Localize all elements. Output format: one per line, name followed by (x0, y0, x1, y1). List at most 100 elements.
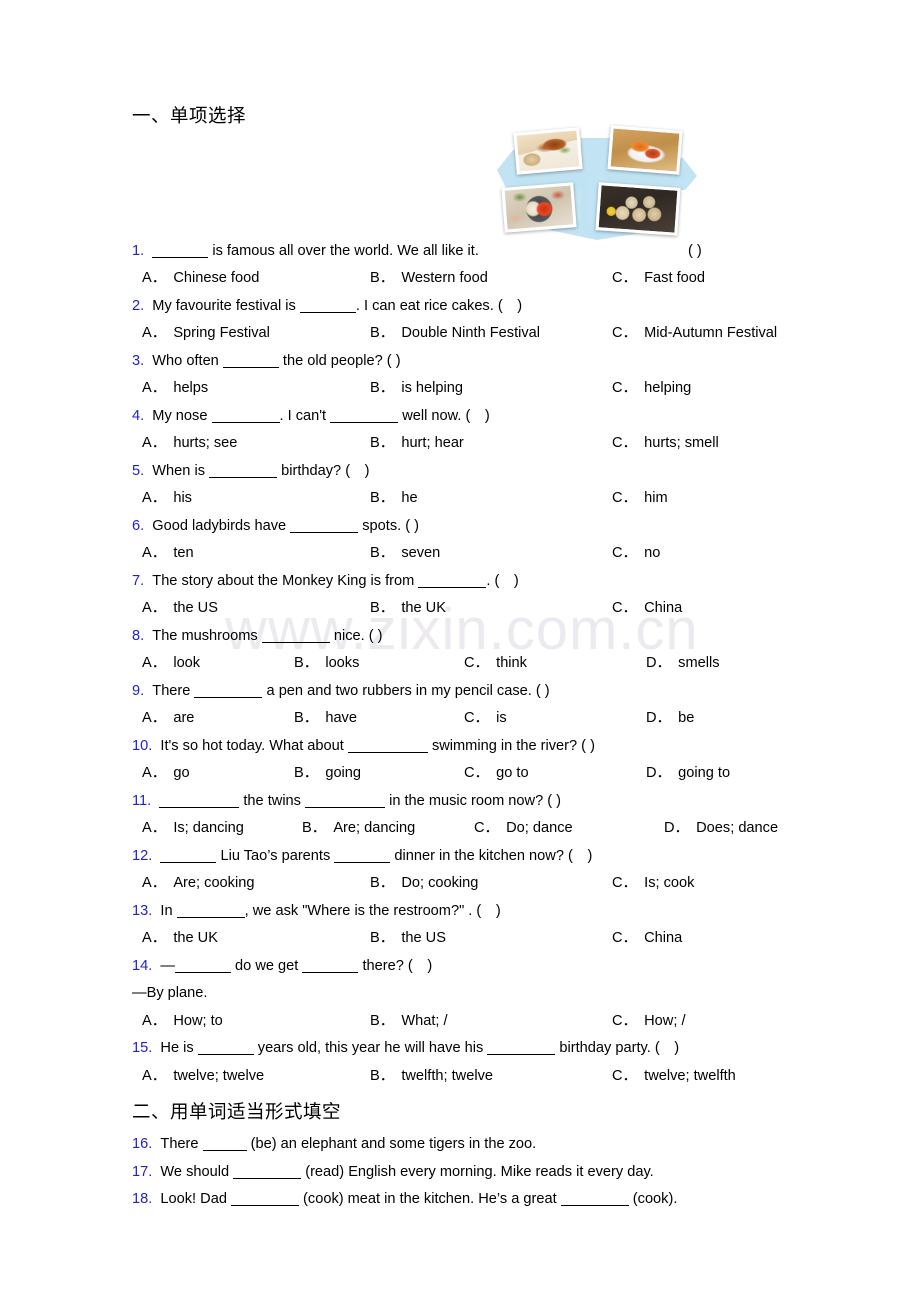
answer-blank[interactable] (152, 245, 209, 258)
option-label: no (644, 545, 661, 562)
option-c[interactable]: C． is (454, 705, 636, 733)
fill-in-blank-list: 16. There (be) an elephant and some tige… (132, 1131, 832, 1214)
option-b[interactable]: B． the UK (360, 595, 602, 623)
option-b[interactable]: B． What; / (360, 1008, 602, 1036)
option-b[interactable]: B． hurt; hear (360, 430, 602, 458)
option-a[interactable]: A． hurts; see (132, 430, 360, 458)
option-tag: A． (142, 270, 167, 287)
option-b[interactable]: B． Are; dancing (292, 815, 464, 843)
option-b[interactable]: B． have (284, 705, 454, 733)
option-b[interactable]: B． seven (360, 540, 602, 568)
option-tag: C． (612, 875, 638, 892)
option-a[interactable]: A． ten (132, 540, 360, 568)
option-label: Does; dance (696, 820, 779, 837)
option-tag: C． (474, 820, 500, 837)
answer-blank[interactable] (211, 410, 280, 423)
answer-blank[interactable] (418, 575, 487, 588)
option-b[interactable]: B． Double Ninth Festival (360, 320, 602, 348)
option-c[interactable]: C． Mid-Autumn Festival (602, 320, 832, 348)
option-a[interactable]: A． look (132, 650, 284, 678)
option-b[interactable]: B． looks (284, 650, 454, 678)
answer-blank[interactable] (222, 355, 279, 368)
option-a[interactable]: A． the US (132, 595, 360, 623)
option-c[interactable]: C． twelve; twelfth (602, 1063, 832, 1091)
option-tag: B． (294, 765, 319, 782)
answer-blank[interactable] (175, 960, 231, 973)
answer-blank[interactable] (160, 850, 217, 863)
option-row: A． Is; dancing B． Are; dancing C． Do; dance D．… (132, 815, 832, 843)
option-a[interactable]: A． Are; cooking (132, 870, 360, 898)
option-a[interactable]: A． go (132, 760, 284, 788)
question-line: 15. He is years old, this year he will h… (132, 1035, 832, 1063)
option-row: A． twelve; twelve B． twelfth; twelve C． twelv… (132, 1063, 832, 1091)
option-d[interactable]: D． going to (636, 760, 832, 788)
option-d[interactable]: D． smells (636, 650, 832, 678)
option-c[interactable]: C． helping (602, 375, 832, 403)
option-b[interactable]: B． twelfth; twelve (360, 1063, 602, 1091)
answer-blank[interactable] (334, 850, 391, 863)
option-a[interactable]: A． twelve; twelve (132, 1063, 360, 1091)
option-c[interactable]: C． Is; cook (602, 870, 832, 898)
answer-blank[interactable] (487, 1042, 556, 1056)
option-label: are (173, 710, 195, 727)
option-c[interactable]: C． China (602, 925, 832, 953)
answer-blank[interactable] (209, 465, 278, 478)
option-c[interactable]: C． think (454, 650, 636, 678)
option-a[interactable]: A． his (132, 485, 360, 513)
answer-blank[interactable] (560, 1193, 629, 1207)
option-tag: A． (142, 710, 167, 727)
answer-blank[interactable] (231, 1193, 299, 1207)
option-tag: A． (142, 765, 167, 782)
question-number: 1. (132, 242, 145, 259)
option-label: the US (401, 930, 446, 947)
answer-blank[interactable] (233, 1166, 302, 1179)
option-a[interactable]: A． Chinese food (132, 265, 360, 293)
answer-blank[interactable] (159, 795, 240, 808)
option-c[interactable]: C． him (602, 485, 832, 513)
option-b[interactable]: B． going (284, 760, 454, 788)
option-c[interactable]: C． How; / (602, 1008, 832, 1036)
option-a[interactable]: A． the UK (132, 925, 360, 953)
option-c[interactable]: C． hurts; smell (602, 430, 832, 458)
question-line: 13. In , we ask "Where is the restroom?"… (132, 898, 832, 926)
answer-blank[interactable] (347, 740, 428, 753)
answer-blank[interactable] (290, 520, 359, 533)
option-label: hurt; hear (401, 435, 464, 452)
option-a[interactable]: A． are (132, 705, 284, 733)
option-c[interactable]: C． go to (454, 760, 636, 788)
answer-blank[interactable] (330, 410, 399, 423)
option-a[interactable]: A． helps (132, 375, 360, 403)
option-b[interactable]: B． Do; cooking (360, 870, 602, 898)
option-b[interactable]: B． the US (360, 925, 602, 953)
option-b[interactable]: B． is helping (360, 375, 602, 403)
option-c[interactable]: C． Fast food (602, 265, 832, 293)
answer-blank[interactable] (302, 960, 359, 973)
option-a[interactable]: A． Is; dancing (132, 815, 292, 843)
option-tag: B． (370, 1067, 395, 1084)
option-c[interactable]: C． Do; dance (464, 815, 654, 843)
question-number: 15. (132, 1040, 153, 1057)
option-label: China (644, 930, 683, 947)
answer-blank[interactable] (261, 630, 330, 643)
answer-blank[interactable] (305, 795, 386, 808)
option-tag: D． (646, 655, 672, 672)
answer-blank[interactable] (202, 1138, 247, 1152)
answer-blank[interactable] (194, 685, 263, 698)
option-b[interactable]: B． he (360, 485, 602, 513)
answer-blank[interactable] (299, 300, 356, 313)
option-c[interactable]: C． China (602, 595, 832, 623)
question-text: My nose . I can't well now. ( ) (152, 407, 490, 424)
answer-paren[interactable]: ( ) (688, 238, 702, 266)
answer-blank[interactable] (197, 1042, 254, 1056)
option-c[interactable]: C． no (602, 540, 832, 568)
answer-blank[interactable] (176, 905, 245, 918)
option-a[interactable]: A． Spring Festival (132, 320, 360, 348)
option-d[interactable]: D． Does; dance (654, 815, 832, 843)
option-a[interactable]: A． How; to (132, 1008, 360, 1036)
question-number: 7. (132, 572, 145, 589)
option-d[interactable]: D． be (636, 705, 832, 733)
option-label: Spring Festival (173, 325, 270, 342)
option-b[interactable]: B． Western food (360, 265, 602, 293)
option-label: him (644, 490, 668, 507)
option-label: Is; dancing (173, 820, 244, 837)
